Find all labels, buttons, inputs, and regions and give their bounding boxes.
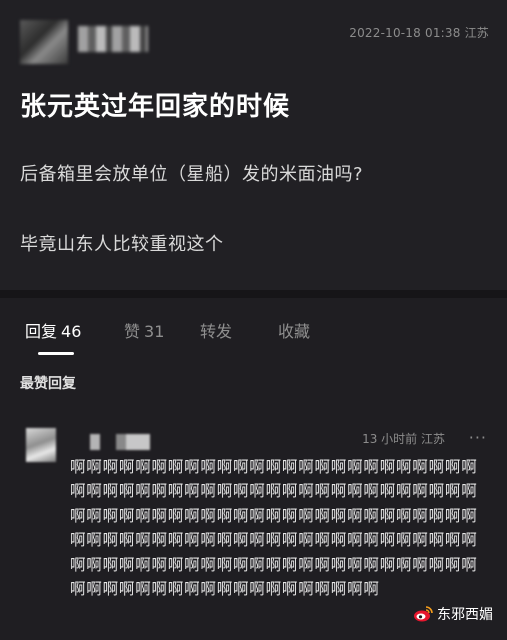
watermark: 东邪西媚	[413, 604, 493, 624]
section-divider	[0, 290, 507, 298]
comment-location: 江苏	[420, 432, 445, 446]
top-replies-heading: 最赞回复	[20, 376, 76, 392]
tab-likes[interactable]: 赞 31	[124, 318, 164, 342]
post-tabs: 回复 46 赞 31 转发 收藏	[0, 298, 507, 360]
post-body-line: 毕竟山东人比较重视这个	[20, 234, 224, 255]
author-name-blurred[interactable]	[78, 26, 148, 52]
author-avatar[interactable]	[20, 20, 68, 64]
tab-likes-label: 赞	[124, 322, 141, 341]
tab-replies-label: 回复	[25, 322, 58, 341]
post-title: 张元英过年回家的时候	[20, 92, 291, 122]
tab-reposts-label: 转发	[200, 322, 233, 341]
tab-replies-count: 46	[61, 322, 82, 341]
post-meta: 2022-10-18 01:38 江苏	[349, 24, 489, 41]
watermark-text: 东邪西媚	[437, 607, 493, 623]
post-body-line: 后备箱里会放单位（星船）发的米面油吗?	[20, 164, 364, 185]
active-tab-indicator	[38, 352, 74, 355]
tab-replies[interactable]: 回复 46	[25, 318, 81, 342]
comment-meta: 13 小时前 江苏	[362, 430, 445, 447]
post-location: 江苏	[464, 26, 489, 40]
comment-text: 啊啊啊啊啊啊啊啊啊啊啊啊啊啊啊啊啊啊啊啊啊啊啊啊啊啊啊啊啊啊啊啊啊啊啊啊啊啊啊啊…	[70, 458, 478, 599]
tab-likes-count: 31	[144, 322, 165, 341]
commenter-name-blurred[interactable]	[90, 434, 150, 450]
tab-favorites-label: 收藏	[278, 322, 311, 341]
post-card: 2022-10-18 01:38 江苏 张元英过年回家的时候 后备箱里会放单位（…	[0, 0, 507, 290]
comment-time: 13 小时前	[362, 432, 418, 446]
weibo-icon	[413, 605, 433, 623]
tab-reposts[interactable]: 转发	[200, 318, 232, 342]
commenter-avatar[interactable]	[26, 428, 56, 462]
tab-favorites[interactable]: 收藏	[278, 318, 310, 342]
post-timestamp: 2022-10-18 01:38	[349, 26, 461, 40]
more-options-icon[interactable]: ···	[469, 428, 487, 447]
